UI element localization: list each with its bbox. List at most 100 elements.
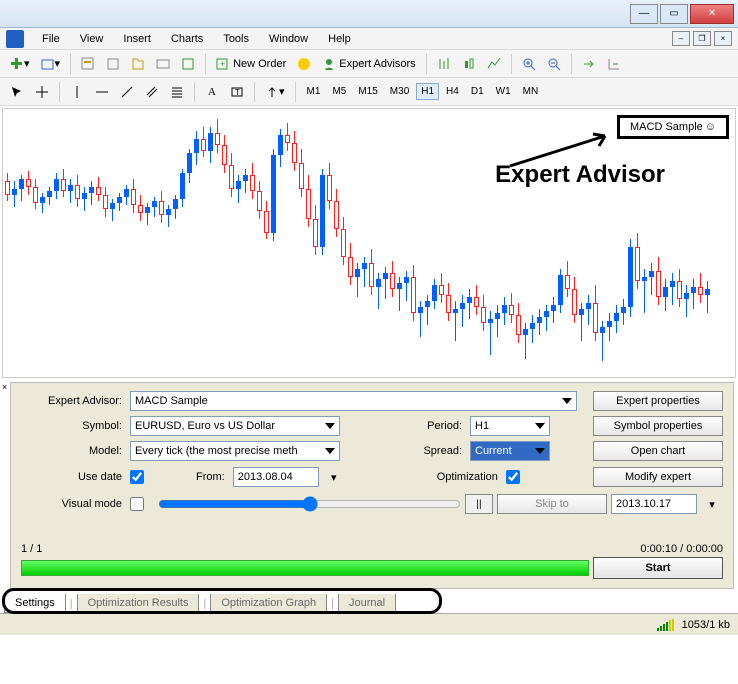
visual-mode-label: Visual mode xyxy=(21,498,126,510)
expert-advisors-button[interactable]: Expert Advisors xyxy=(318,53,419,75)
from-date-dropdown[interactable]: ▾ xyxy=(323,466,345,488)
plus-icon xyxy=(10,57,24,71)
crosshair-button[interactable] xyxy=(31,81,53,103)
mdi-close-button[interactable]: × xyxy=(714,31,732,46)
menu-tools[interactable]: Tools xyxy=(215,31,257,47)
text-button[interactable]: A xyxy=(201,81,223,103)
menu-insert[interactable]: Insert xyxy=(115,31,159,47)
timeframe-m1[interactable]: M1 xyxy=(302,83,326,100)
zoom-in-button[interactable] xyxy=(518,53,540,75)
metaeditor-button[interactable] xyxy=(293,53,315,75)
timeframe-mn[interactable]: MN xyxy=(518,83,544,100)
vline-icon xyxy=(70,85,84,99)
timeframe-h1[interactable]: H1 xyxy=(416,83,439,100)
model-label: Model: xyxy=(21,445,126,457)
bars-icon xyxy=(437,57,451,71)
model-select[interactable]: Every tick (the most precise meth xyxy=(130,441,340,461)
progress-count: 1 / 1 xyxy=(21,543,42,555)
timeframe-m5[interactable]: M5 xyxy=(327,83,351,100)
timeframe-m15[interactable]: M15 xyxy=(353,83,382,100)
tab-optimization-results[interactable]: Optimization Results xyxy=(77,594,200,613)
profiles-button[interactable]: ▾ xyxy=(37,53,65,75)
window-close-button[interactable]: ✕ xyxy=(690,4,734,24)
cursor-icon xyxy=(10,85,24,99)
new-chart-button[interactable]: ▾ xyxy=(6,53,34,75)
trendline-button[interactable] xyxy=(116,81,138,103)
data-window-icon xyxy=(106,57,120,71)
ea-select[interactable]: MACD Sample xyxy=(130,391,577,411)
chart-shift-button[interactable] xyxy=(603,53,625,75)
modify-expert-button[interactable]: Modify expert xyxy=(593,467,723,487)
tab-optimization-graph[interactable]: Optimization Graph xyxy=(210,594,327,613)
start-button[interactable]: Start xyxy=(593,557,723,579)
chart-area[interactable]: MACD Sample☺ Expert Advisor xyxy=(2,108,736,378)
use-date-label: Use date xyxy=(21,471,126,483)
arrows-icon xyxy=(265,85,279,99)
from-date-input[interactable] xyxy=(233,467,319,487)
trendline-icon xyxy=(120,85,134,99)
crosshair-icon xyxy=(35,85,49,99)
tab-settings[interactable]: Settings xyxy=(4,594,66,613)
cursor-button[interactable] xyxy=(6,81,28,103)
window-minimize-button[interactable]: — xyxy=(630,4,658,24)
pause-button[interactable]: || xyxy=(465,494,493,514)
timeframe-h4[interactable]: H4 xyxy=(441,83,464,100)
zoom-in-icon xyxy=(522,57,536,71)
from-label: From: xyxy=(196,471,229,483)
autoscroll-button[interactable] xyxy=(578,53,600,75)
channel-icon xyxy=(145,85,159,99)
vertical-line-button[interactable] xyxy=(66,81,88,103)
speed-slider[interactable] xyxy=(158,496,461,512)
spread-select[interactable]: Current xyxy=(470,441,550,461)
data-window-button[interactable] xyxy=(102,53,124,75)
menu-view[interactable]: View xyxy=(72,31,112,47)
mdi-minimize-button[interactable]: – xyxy=(672,31,690,46)
use-date-checkbox[interactable] xyxy=(130,470,144,484)
tab-journal[interactable]: Journal xyxy=(338,594,396,613)
svg-text:T: T xyxy=(235,88,240,97)
navigator-button[interactable] xyxy=(127,53,149,75)
zoom-out-button[interactable] xyxy=(543,53,565,75)
market-watch-button[interactable] xyxy=(77,53,99,75)
skip-to-button[interactable]: Skip to xyxy=(497,494,607,514)
menu-window[interactable]: Window xyxy=(261,31,316,47)
terminal-button[interactable] xyxy=(152,53,174,75)
timeframe-d1[interactable]: D1 xyxy=(466,83,489,100)
text-label-button[interactable]: T xyxy=(226,81,248,103)
candles-chart-button[interactable] xyxy=(458,53,480,75)
progress-bar xyxy=(21,560,589,576)
optimization-checkbox[interactable] xyxy=(506,470,520,484)
horizontal-line-button[interactable] xyxy=(91,81,113,103)
to-date-input[interactable] xyxy=(611,494,697,514)
timeframe-m30[interactable]: M30 xyxy=(385,83,414,100)
hline-icon xyxy=(95,85,109,99)
menu-help[interactable]: Help xyxy=(320,31,359,47)
text-label-icon: T xyxy=(230,85,244,99)
chart-shift-icon xyxy=(607,57,621,71)
bars-chart-button[interactable] xyxy=(433,53,455,75)
svg-text:+: + xyxy=(220,59,225,69)
open-chart-button[interactable]: Open chart xyxy=(593,441,723,461)
arrows-button[interactable]: ▾ xyxy=(261,81,289,103)
tester-close-button[interactable]: × xyxy=(0,380,10,589)
strategy-tester-button[interactable] xyxy=(177,53,199,75)
equidistant-channel-button[interactable] xyxy=(141,81,163,103)
symbol-select[interactable]: EURUSD, Euro vs US Dollar xyxy=(130,416,340,436)
timeframe-w1[interactable]: W1 xyxy=(491,83,516,100)
menu-charts[interactable]: Charts xyxy=(163,31,211,47)
to-date-dropdown[interactable]: ▾ xyxy=(701,493,723,515)
spread-label: Spread: xyxy=(406,445,466,457)
smiley-icon: ☺ xyxy=(705,121,716,133)
period-select[interactable]: H1 xyxy=(470,416,550,436)
mdi-restore-button[interactable]: ❐ xyxy=(693,31,711,46)
menu-file[interactable]: File xyxy=(34,31,68,47)
visual-mode-checkbox[interactable] xyxy=(130,497,144,511)
fibonacci-button[interactable] xyxy=(166,81,188,103)
navigator-icon xyxy=(131,57,145,71)
window-maximize-button[interactable]: ▭ xyxy=(660,4,688,24)
expert-properties-button[interactable]: Expert properties xyxy=(593,391,723,411)
ea-label: Expert Advisor: xyxy=(21,395,126,407)
line-chart-button[interactable] xyxy=(483,53,505,75)
symbol-properties-button[interactable]: Symbol properties xyxy=(593,416,723,436)
new-order-button[interactable]: +New Order xyxy=(212,53,290,75)
